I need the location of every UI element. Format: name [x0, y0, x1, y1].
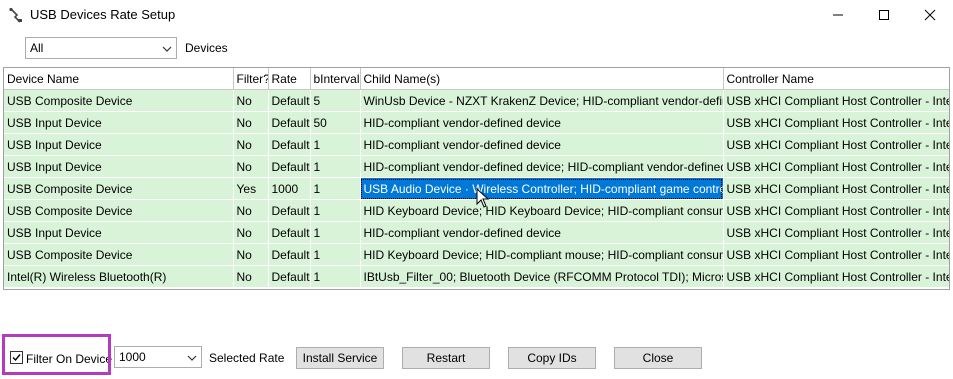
controller-name-cell[interactable]: USB xHCI Compliant Host Controller - Int…	[723, 155, 949, 178]
child-names-cell[interactable]: HID-compliant vendor-defined device	[360, 221, 724, 244]
table-row[interactable]: Intel(R) Wireless Bluetooth(R) No Defaul…	[4, 265, 949, 288]
child-names-cell[interactable]: HID-compliant vendor-defined device	[360, 111, 724, 134]
rate-cell[interactable]: Default	[268, 199, 311, 222]
child-names-cell[interactable]: HID Keyboard Device; HID Keyboard Device…	[360, 199, 724, 222]
child-names-cell[interactable]: HID-compliant vendor-defined device; HID…	[360, 155, 724, 178]
binterval-cell[interactable]: 1	[310, 155, 361, 178]
binterval-cell[interactable]: 1	[310, 177, 361, 200]
rate-select[interactable]: 1000	[114, 346, 202, 368]
table-row[interactable]: USB Composite Device No Default 5 WinUsb…	[4, 89, 949, 112]
column-header[interactable]: Child Name(s)	[360, 68, 724, 90]
filter-cell[interactable]: No	[233, 89, 269, 112]
filter-cell[interactable]: No	[233, 243, 269, 266]
controller-name-cell[interactable]: USB xHCI Compliant Host Controller - Int…	[723, 199, 949, 222]
rate-cell[interactable]: Default	[268, 221, 311, 244]
minimize-icon	[833, 14, 843, 16]
mouse-cursor-icon	[476, 187, 490, 211]
filter-cell[interactable]: No	[233, 111, 269, 134]
binterval-cell[interactable]: 1	[310, 265, 361, 288]
filter-cell[interactable]: No	[233, 199, 269, 222]
bottom-toolbar: Filter On Device 1000 Selected Rate Inst…	[0, 340, 953, 379]
window-title: USB Devices Rate Setup	[30, 7, 176, 22]
binterval-cell[interactable]: 1	[310, 243, 361, 266]
device-filter-value: All	[30, 41, 44, 55]
devices-label: Devices	[185, 41, 228, 55]
install-service-button[interactable]: Install Service	[296, 347, 384, 369]
child-names-cell[interactable]: HID-compliant vendor-defined device	[360, 133, 724, 156]
maximize-button[interactable]	[861, 0, 907, 30]
rate-cell[interactable]: Default	[268, 243, 311, 266]
controller-name-cell[interactable]: USB xHCI Compliant Host Controller - Int…	[723, 177, 949, 200]
controller-name-cell[interactable]: USB xHCI Compliant Host Controller - Int…	[723, 133, 949, 156]
chevron-down-icon	[187, 352, 197, 366]
binterval-cell[interactable]: 1	[310, 133, 361, 156]
controller-name-cell[interactable]: USB xHCI Compliant Host Controller - Int…	[723, 265, 949, 288]
device-name-cell[interactable]: USB Input Device	[4, 111, 234, 134]
binterval-cell[interactable]: 50	[310, 111, 361, 134]
controller-name-cell[interactable]: USB xHCI Compliant Host Controller - Int…	[723, 243, 949, 266]
device-name-cell[interactable]: USB Composite Device	[4, 177, 234, 200]
selected-rate-label: Selected Rate	[209, 351, 285, 365]
binterval-cell[interactable]: 1	[310, 221, 361, 244]
title-bar: USB Devices Rate Setup	[0, 0, 953, 30]
rate-select-value: 1000	[119, 350, 146, 364]
device-name-cell[interactable]: USB Input Device	[4, 221, 234, 244]
maximize-icon	[879, 10, 889, 20]
child-names-cell-selected[interactable]: USB Audio Device · Wireless Controller; …	[360, 177, 724, 200]
binterval-cell[interactable]: 1	[310, 199, 361, 222]
device-name-cell[interactable]: USB Input Device	[4, 155, 234, 178]
rate-cell[interactable]: Default	[268, 155, 311, 178]
device-name-cell[interactable]: USB Composite Device	[4, 89, 234, 112]
column-header[interactable]: Rate	[268, 68, 311, 90]
usb-app-icon	[8, 7, 24, 23]
minimize-button[interactable]	[815, 0, 861, 30]
device-name-cell[interactable]: Intel(R) Wireless Bluetooth(R)	[4, 265, 234, 288]
close-window-button[interactable]	[907, 0, 953, 30]
column-header[interactable]: bInterval	[310, 68, 361, 90]
filter-cell[interactable]: Yes	[233, 177, 269, 200]
chevron-down-icon	[162, 43, 172, 57]
child-names-cell[interactable]: IBtUsb_Filter_00; Bluetooth Device (RFCO…	[360, 265, 724, 288]
filter-cell[interactable]: No	[233, 265, 269, 288]
rate-cell[interactable]: Default	[268, 265, 311, 288]
child-names-cell[interactable]: HID Keyboard Device; HID-compliant mouse…	[360, 243, 724, 266]
controller-name-cell[interactable]: USB xHCI Compliant Host Controller - Int…	[723, 221, 949, 244]
device-name-cell[interactable]: USB Composite Device	[4, 199, 234, 222]
column-header[interactable]: Controller Name	[723, 68, 949, 90]
child-names-cell[interactable]: WinUsb Device - NZXT KrakenZ Device; HID…	[360, 89, 724, 112]
controller-name-cell[interactable]: USB xHCI Compliant Host Controller - Int…	[723, 111, 949, 134]
restart-button[interactable]: Restart	[402, 347, 490, 369]
table-row[interactable]: USB Input Device No Default 50 HID-compl…	[4, 111, 949, 134]
device-name-cell[interactable]: USB Composite Device	[4, 243, 234, 266]
rate-cell[interactable]: Default	[268, 133, 311, 156]
rate-cell[interactable]: 1000	[268, 177, 311, 200]
binterval-cell[interactable]: 5	[310, 89, 361, 112]
rate-cell[interactable]: Default	[268, 111, 311, 134]
table-row[interactable]: USB Input Device No Default 1 HID-compli…	[4, 221, 949, 244]
filter-cell[interactable]: No	[233, 155, 269, 178]
table-row[interactable]: USB Input Device No Default 1 HID-compli…	[4, 133, 949, 156]
annotation-highlight-box	[2, 334, 111, 375]
copy-ids-button[interactable]: Copy IDs	[508, 347, 596, 369]
rate-cell[interactable]: Default	[268, 89, 311, 112]
column-header[interactable]: Device Name	[4, 68, 234, 90]
filter-cell[interactable]: No	[233, 221, 269, 244]
column-header[interactable]: Filter?	[233, 68, 269, 90]
table-header-row: Device Name Filter? Rate bInterval Child…	[4, 68, 949, 90]
device-table[interactable]: Device Name Filter? Rate bInterval Child…	[3, 67, 950, 290]
filter-cell[interactable]: No	[233, 133, 269, 156]
filter-row: All Devices	[0, 30, 953, 66]
close-icon	[924, 9, 936, 21]
controller-name-cell[interactable]: USB xHCI Compliant Host Controller - Int…	[723, 89, 949, 112]
close-button[interactable]: Close	[614, 347, 702, 369]
device-name-cell[interactable]: USB Input Device	[4, 133, 234, 156]
table-row[interactable]: USB Input Device No Default 1 HID-compli…	[4, 155, 949, 178]
table-row[interactable]: USB Composite Device No Default 1 HID Ke…	[4, 243, 949, 266]
device-filter-select[interactable]: All	[25, 37, 177, 59]
